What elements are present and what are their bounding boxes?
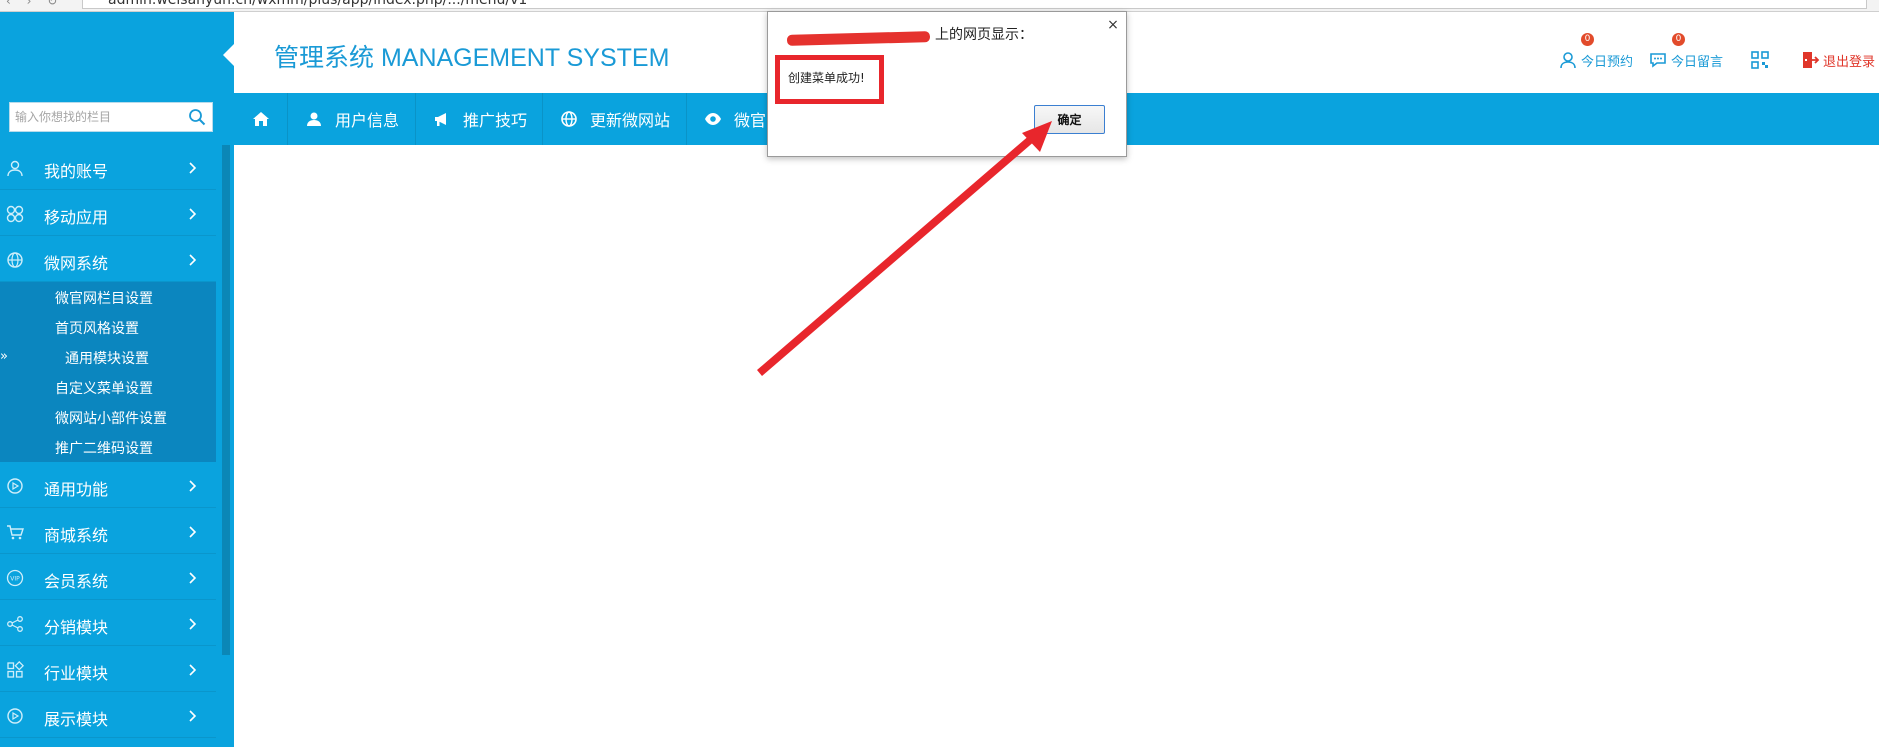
message-count-badge: 0: [1672, 33, 1685, 46]
chevron-right-icon: [189, 208, 197, 220]
sidebar-item-distribution[interactable]: 分销模块: [0, 602, 216, 646]
sidebar-collapse-notch: [223, 44, 234, 66]
submenu-item-home-style[interactable]: 首页风格设置: [55, 318, 139, 338]
nav-user-info[interactable]: 用户信息: [289, 93, 416, 145]
redaction-mark: [786, 31, 931, 46]
arrow-shaft: [757, 134, 1036, 376]
alert-dialog: 上的网页显示： × 创建菜单成功! 确定: [767, 11, 1127, 157]
today-appointment-label: 今日预约: [1581, 54, 1634, 70]
submenu-item-promo-qrcode[interactable]: 推广二维码设置: [55, 438, 153, 458]
logo-block: [0, 12, 234, 93]
cart-icon: [7, 525, 24, 540]
search-input[interactable]: [10, 103, 180, 131]
svg-text:VIP: VIP: [10, 576, 20, 583]
logout-label: 退出登录: [1823, 54, 1876, 70]
sidebar-item-label: 通用功能: [44, 480, 109, 499]
sidebar-item-mall-system[interactable]: 商城系统: [0, 510, 216, 554]
sidebar-item-label: 会员系统: [44, 572, 109, 591]
submenu-item-widgets[interactable]: 微网站小部件设置: [55, 408, 167, 428]
chat-bubble-icon: [1650, 53, 1666, 68]
submenu-item-common-modules[interactable]: 通用模块设置: [65, 348, 149, 368]
user-icon: [1560, 52, 1576, 69]
browser-nav-buttons[interactable]: ‹ › ↻: [6, 0, 63, 8]
current-item-marker: »: [0, 349, 8, 364]
today-appointment-link[interactable]: 0 今日预约: [1558, 33, 1634, 72]
chevron-right-icon: [189, 162, 197, 174]
apps-icon: [6, 205, 24, 223]
sidebar-item-label: 展示模块: [44, 710, 109, 729]
qrcode-icon: [1751, 51, 1769, 69]
globe-icon: [561, 111, 577, 127]
play-circle-icon: [7, 478, 23, 494]
sidebar-scrollbar-thumb[interactable]: [222, 145, 230, 655]
submenu-item-custom-menu[interactable]: 自定义菜单设置: [55, 378, 153, 398]
nav-promotion-tips[interactable]: 推广技巧: [417, 93, 543, 145]
sidebar-item-industry[interactable]: 行业模块: [0, 648, 216, 692]
close-icon[interactable]: ×: [1106, 17, 1120, 33]
chevron-right-icon: [189, 526, 197, 538]
chevron-right-icon: [189, 480, 197, 492]
sidebar-item-label: 我的账号: [44, 162, 109, 181]
megaphone-icon: [435, 113, 446, 126]
home-icon: [252, 112, 269, 126]
search-box: [9, 102, 213, 132]
globe-icon: [7, 252, 23, 268]
sidebar-item-label: 分销模块: [44, 618, 109, 637]
today-message-link[interactable]: 0 今日留言: [1648, 33, 1724, 72]
logout-link[interactable]: 退出登录: [1800, 48, 1875, 72]
chevron-right-icon: [189, 710, 197, 722]
sidebar-item-my-account[interactable]: 我的账号: [0, 146, 216, 190]
play-circle-icon: [7, 708, 23, 724]
eye-icon: [705, 113, 721, 125]
logout-icon: [1803, 52, 1820, 68]
nav-promotion-tips-label: 推广技巧: [463, 111, 528, 130]
nav-user-info-label: 用户信息: [335, 111, 400, 130]
submenu-item-site-columns[interactable]: 微官网栏目设置: [55, 288, 153, 308]
chevron-right-icon: [189, 664, 197, 676]
grid-icon: [7, 661, 24, 678]
share-icon: [7, 616, 23, 632]
qrcode-link[interactable]: [1750, 48, 1773, 72]
user-icon: [307, 112, 321, 126]
submenu-microsite: [0, 282, 216, 462]
browser-viewport: ‹ › ↻ admin.weisanyun.cn/wxmm/plus/app/i…: [0, 0, 1879, 747]
vip-icon: VIP: [6, 569, 24, 587]
sidebar-item-label: 行业模块: [44, 664, 109, 683]
sidebar-item-label: 商城系统: [44, 526, 109, 545]
chevron-right-icon: [189, 254, 197, 266]
today-message-label: 今日留言: [1671, 54, 1724, 70]
ok-button[interactable]: 确定: [1034, 105, 1105, 134]
sidebar-item-common-functions[interactable]: 通用功能: [0, 464, 216, 508]
appointment-count-badge: 0: [1581, 33, 1594, 46]
sidebar-item-microsite-system[interactable]: 微网系统: [0, 238, 216, 282]
sidebar-item-mobile-apps[interactable]: 移动应用: [0, 192, 216, 236]
dialog-title: 上的网页显示：: [935, 27, 1033, 43]
dialog-message: 创建菜单成功!: [788, 71, 865, 85]
page-title: 管理系统 MANAGEMENT SYSTEM: [274, 44, 670, 72]
user-icon: [7, 160, 23, 177]
chevron-right-icon: [189, 572, 197, 584]
search-icon[interactable]: [188, 108, 206, 126]
nav-update-microsite[interactable]: 更新微网站: [544, 93, 687, 145]
nav-update-microsite-label: 更新微网站: [590, 111, 671, 130]
sidebar-item-label: 微网系统: [44, 254, 109, 273]
nav-home[interactable]: [234, 93, 288, 145]
sidebar-item-display[interactable]: 展示模块: [0, 694, 216, 738]
sidebar-item-member-system[interactable]: VIP 会员系统: [0, 556, 216, 600]
url-text: admin.weisanyun.cn/wxmm/plus/app/index.p…: [108, 0, 528, 8]
sidebar-item-label: 移动应用: [44, 208, 109, 227]
chevron-right-icon: [189, 618, 197, 630]
